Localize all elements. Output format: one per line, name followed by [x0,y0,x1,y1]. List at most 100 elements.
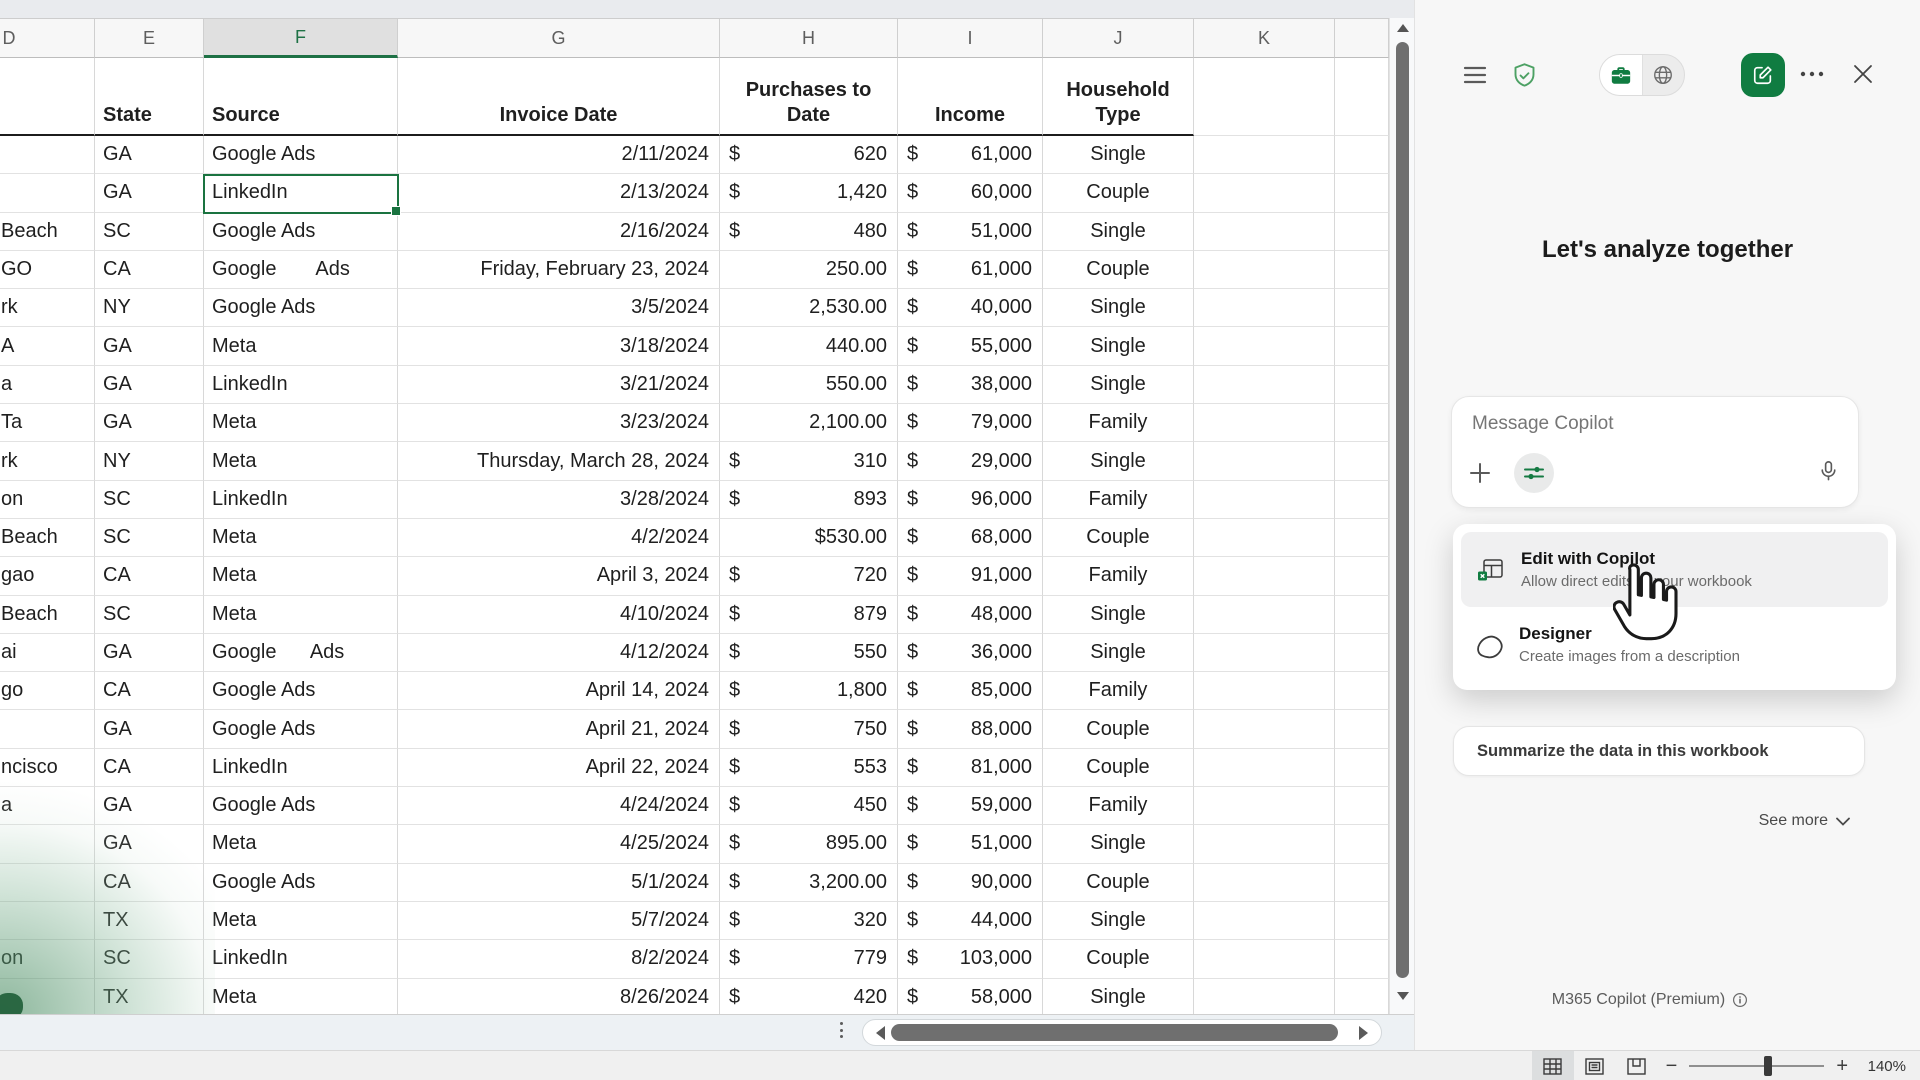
new-chat-button[interactable] [1741,53,1785,97]
cell-income[interactable]: $38,000 [898,366,1043,404]
cell-empty[interactable] [1335,902,1389,940]
cell-source[interactable]: Google Ads [204,672,398,710]
cell-income[interactable]: $55,000 [898,327,1043,365]
horizontal-scrollbar[interactable] [862,1019,1382,1046]
cell-state[interactable]: NY [95,442,204,480]
cell-empty[interactable] [1194,596,1335,634]
cell-household[interactable]: Single [1043,979,1194,1015]
cell-state[interactable]: SC [95,481,204,519]
zoom-in-icon[interactable]: + [1836,1056,1848,1076]
cell-source[interactable]: Google Ads [204,289,398,327]
cell-invoice-date[interactable]: Friday, February 23, 2024 [398,251,720,289]
cell-household[interactable]: Couple [1043,710,1194,748]
cell-source[interactable]: Meta [204,557,398,595]
cell-city[interactable]: rk [0,289,95,327]
page-layout-view-button[interactable] [1574,1051,1616,1080]
zoom-slider[interactable] [1689,1051,1824,1080]
cell-city[interactable] [0,825,95,863]
cell-source[interactable]: Google Ads [204,213,398,251]
header-cell[interactable] [0,58,95,136]
info-icon[interactable] [1732,992,1748,1008]
cell-household[interactable]: Single [1043,442,1194,480]
cell-source[interactable]: LinkedIn [204,481,398,519]
cell-empty[interactable] [1194,366,1335,404]
cell-empty[interactable] [1335,442,1389,480]
cell-invoice-date[interactable]: April 21, 2024 [398,710,720,748]
cell-city[interactable]: on [0,940,95,978]
cell-household[interactable]: Single [1043,596,1194,634]
cell-household[interactable]: Single [1043,825,1194,863]
cell-empty[interactable] [1194,979,1335,1015]
cell-invoice-date[interactable]: 4/25/2024 [398,825,720,863]
cell-state[interactable]: SC [95,596,204,634]
cell-city[interactable] [0,979,95,1015]
cell-purchases[interactable]: 440.00 [720,327,898,365]
cell-purchases[interactable]: $893 [720,481,898,519]
cell-invoice-date[interactable]: 3/5/2024 [398,289,720,327]
cell-household[interactable]: Family [1043,787,1194,825]
cell-household[interactable]: Couple [1043,940,1194,978]
cell-invoice-date[interactable]: 3/23/2024 [398,404,720,442]
cell-source[interactable]: LinkedIn [204,749,398,787]
header-cell[interactable]: State [95,58,204,136]
cell-empty[interactable] [1194,825,1335,863]
cell-income[interactable]: $90,000 [898,864,1043,902]
cell-income[interactable]: $51,000 [898,213,1043,251]
page-break-preview-button[interactable] [1616,1051,1658,1080]
cell-purchases[interactable]: $550 [720,634,898,672]
cell-household[interactable]: Couple [1043,174,1194,212]
cell-income[interactable]: $48,000 [898,596,1043,634]
cell-source[interactable]: Meta [204,825,398,863]
cell-invoice-date[interactable]: 3/21/2024 [398,366,720,404]
cell-purchases[interactable]: $1,420 [720,174,898,212]
zoom-level[interactable]: 140% [1864,1058,1906,1075]
cell-source[interactable]: LinkedIn [204,174,398,212]
cell-empty[interactable] [1335,251,1389,289]
column-header-e[interactable]: E [95,19,204,58]
work-mode-button[interactable] [1600,55,1643,95]
cell-income[interactable]: $79,000 [898,404,1043,442]
cell-city[interactable]: ai [0,634,95,672]
cell-income[interactable]: $36,000 [898,634,1043,672]
cell-state[interactable]: GA [95,366,204,404]
cell-source[interactable]: Google Ads [204,710,398,748]
cell-invoice-date[interactable]: 2/13/2024 [398,174,720,212]
cell-city[interactable]: GO [0,251,95,289]
cell-income[interactable]: $103,000 [898,940,1043,978]
cell-city[interactable]: a [0,366,95,404]
cell-city[interactable]: Beach [0,213,95,251]
cell-city[interactable] [0,136,95,174]
cell-invoice-date[interactable]: 4/24/2024 [398,787,720,825]
cell-state[interactable]: CA [95,749,204,787]
cell-purchases[interactable]: $530.00 [720,519,898,557]
cell-purchases[interactable]: 2,100.00 [720,404,898,442]
cell-city[interactable]: on [0,481,95,519]
cell-empty[interactable] [1194,251,1335,289]
column-header-h[interactable]: H [720,19,898,58]
cell-purchases[interactable]: $450 [720,787,898,825]
cell-household[interactable]: Single [1043,213,1194,251]
cell-purchases[interactable]: $553 [720,749,898,787]
cell-purchases[interactable]: $420 [720,979,898,1015]
cell-state[interactable]: GA [95,710,204,748]
cell-state[interactable]: GA [95,787,204,825]
cell-state[interactable]: CA [95,672,204,710]
cell-empty[interactable] [1194,442,1335,480]
cell-city[interactable] [0,864,95,902]
cell-household[interactable]: Couple [1043,749,1194,787]
cell-invoice-date[interactable]: 4/10/2024 [398,596,720,634]
cell-state[interactable]: TX [95,979,204,1015]
cell-invoice-date[interactable]: 3/18/2024 [398,327,720,365]
cell-empty[interactable] [1194,864,1335,902]
cell-household[interactable]: Couple [1043,864,1194,902]
suggestion-chip[interactable]: Summarize the data in this workbook [1453,726,1865,776]
cell-state[interactable]: GA [95,136,204,174]
cell-income[interactable]: $91,000 [898,557,1043,595]
header-cell[interactable] [1194,58,1335,136]
cell-source[interactable]: Meta [204,519,398,557]
horizontal-scrollbar-thumb[interactable] [891,1024,1338,1041]
cell-purchases[interactable]: 250.00 [720,251,898,289]
cell-empty[interactable] [1194,902,1335,940]
cell-empty[interactable] [1194,136,1335,174]
zoom-slider-handle[interactable] [1764,1056,1772,1076]
